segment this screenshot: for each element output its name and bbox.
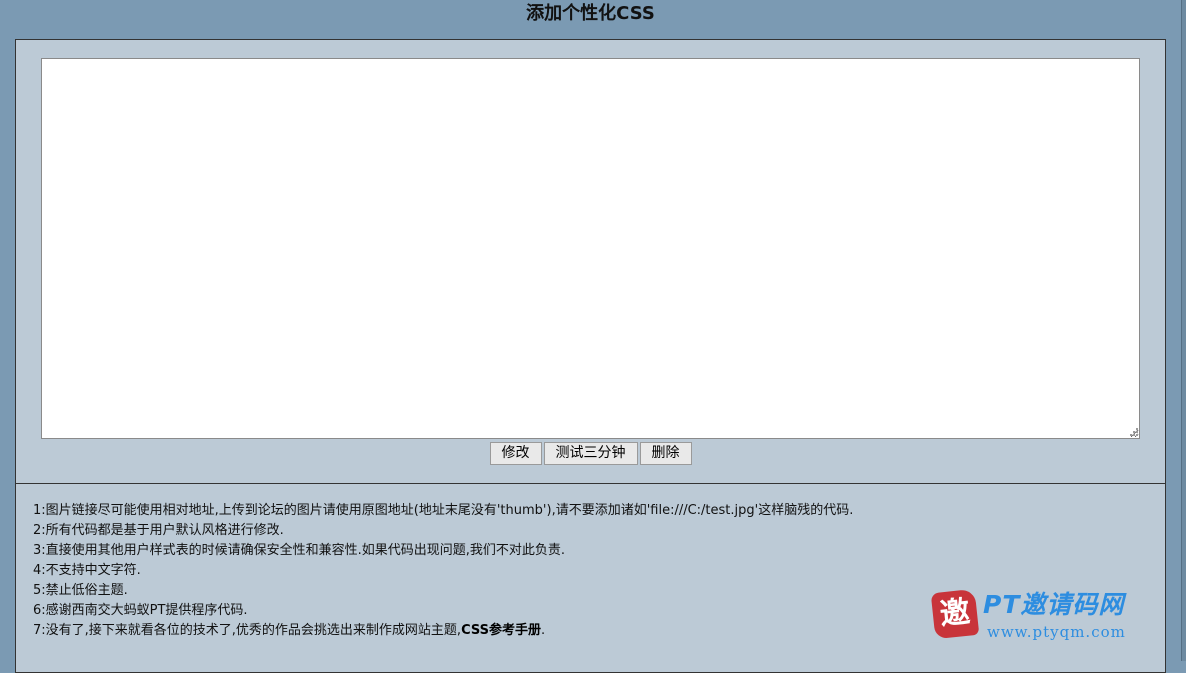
note-item-2: 2:所有代码都是基于用户默认风格进行修改. [33,523,284,538]
watermark-seal-icon: 邀 [930,588,980,640]
test-three-minutes-button[interactable]: 测试三分钟 [543,442,638,465]
note-item-7: 7:没有了,接下来就看各位的技术了,优秀的作品会挑选出来制作成网站主题,CSS参… [33,621,853,641]
watermark-url: www.ptyqm.com [987,623,1126,641]
note-item-7-suffix: . [541,623,546,638]
note-item-1: 1:图片链接尽可能使用相对地址,上传到论坛的图片请使用原图地址(地址末尾没有't… [33,503,854,518]
notes-panel: 1:图片链接尽可能使用相对地址,上传到论坛的图片请使用原图地址(地址末尾没有't… [15,483,1166,673]
css-reference-link[interactable]: CSS参考手册 [461,623,541,638]
note-item-3: 3:直接使用其他用户样式表的时候请确保安全性和兼容性.如果代码出现问题,我们不对… [33,543,566,558]
modify-button[interactable]: 修改 [489,442,542,465]
css-code-textarea[interactable] [41,58,1140,439]
watermark-title: PT邀请码网 [983,590,1125,619]
note-item-5: 5:禁止低俗主题. [33,583,128,598]
note-item-4: 4:不支持中文字符. [33,563,141,578]
note-item-7-text: 7:没有了,接下来就看各位的技术了,优秀的作品会挑选出来制作成网站主题, [33,623,462,638]
delete-button[interactable]: 删除 [639,442,692,465]
watermark-logo: 邀 PT邀请码网 www.ptyqm.com [930,588,1170,644]
note-item-6: 6:感谢西南交大蚂蚁PT提供程序代码. [33,603,248,618]
css-editor-panel: 修改 测试三分钟 删除 [15,39,1166,484]
editor-button-row: 修改 测试三分钟 删除 [16,442,1165,465]
page-title: 添加个性化CSS [526,3,655,24]
window-edge [1181,0,1186,661]
notes-list: 1:图片链接尽可能使用相对地址,上传到论坛的图片请使用原图地址(地址末尾没有't… [33,501,853,641]
